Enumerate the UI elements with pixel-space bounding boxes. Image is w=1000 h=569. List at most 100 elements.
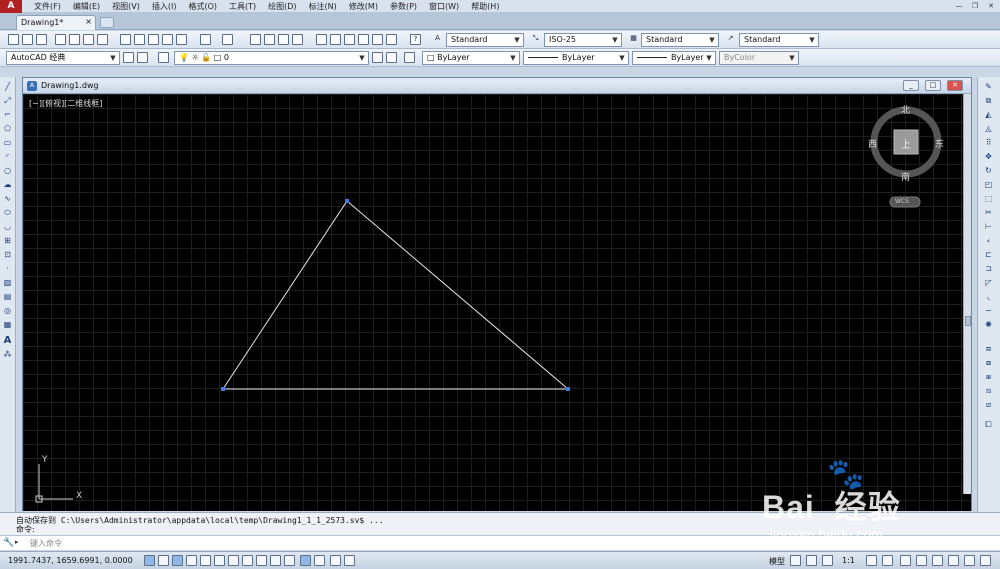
workspace-settings-icon[interactable] [123, 52, 134, 63]
properties-icon[interactable] [316, 34, 327, 45]
viewcube-north[interactable]: 北 [901, 103, 910, 116]
annotation-scale-icon[interactable] [822, 555, 833, 566]
grid-display-icon[interactable] [172, 555, 183, 566]
menu-edit[interactable]: 编辑(E) [73, 1, 100, 12]
copy-icon[interactable] [134, 34, 145, 45]
selection-cycling-icon[interactable] [330, 555, 341, 566]
grip-point[interactable] [221, 387, 225, 391]
scroll-thumb[interactable] [965, 316, 971, 326]
auto-scale-icon[interactable] [882, 555, 893, 566]
annotation-visibility-icon[interactable] [866, 555, 877, 566]
menu-window[interactable]: 窗口(W) [429, 1, 459, 12]
viewcube-south[interactable]: 南 [901, 170, 910, 183]
zoom-window-icon[interactable] [278, 34, 289, 45]
extend-icon[interactable]: ⊢ [983, 221, 994, 232]
chamfer-icon[interactable]: ◸ [983, 277, 994, 288]
layer-states-icon[interactable] [404, 52, 415, 63]
save-icon[interactable] [36, 34, 47, 45]
object-snap-icon[interactable] [214, 555, 225, 566]
quick-view-drawings-icon[interactable] [806, 555, 817, 566]
viewcube-east[interactable]: 东 [935, 137, 944, 150]
design-center-icon[interactable] [330, 34, 341, 45]
layer-previous-icon[interactable] [386, 52, 397, 63]
break-at-point-icon[interactable]: ⸗ [983, 235, 994, 246]
workspace-save-icon[interactable] [137, 52, 148, 63]
dynamic-input-icon[interactable] [270, 555, 281, 566]
match-properties-icon[interactable] [162, 34, 173, 45]
wrench-icon[interactable]: 🔧 [3, 538, 14, 548]
lineweight-display-icon[interactable] [284, 555, 295, 566]
paste-icon[interactable] [148, 34, 159, 45]
command-prompt-icon[interactable]: ▸ [15, 538, 19, 546]
construction-line-icon[interactable]: ⤢ [2, 95, 13, 106]
command-input[interactable] [30, 537, 930, 549]
scale-icon[interactable]: ◰ [983, 179, 994, 190]
bring-above-icon[interactable]: ⧆ [983, 371, 994, 382]
menu-insert[interactable]: 插入(I) [152, 1, 177, 12]
polyline-icon[interactable]: ⌐ [2, 109, 13, 120]
markup-icon[interactable] [372, 34, 383, 45]
multiline-text-icon[interactable]: A [2, 335, 13, 346]
rotate-icon[interactable]: ↻ [983, 165, 994, 176]
revision-cloud-icon[interactable]: ☁ [2, 179, 13, 190]
line-icon[interactable]: ╱ [2, 81, 13, 92]
close-icon[interactable]: ✕ [947, 80, 963, 91]
trim-icon[interactable]: ✂ [983, 207, 994, 218]
wcs-menu[interactable]: WCS [895, 198, 909, 205]
coordinate-readout[interactable]: 1991.7437, 1659.6991, 0.0000 [8, 556, 133, 565]
new-tab-button[interactable] [100, 17, 114, 28]
menu-draw[interactable]: 绘图(D) [268, 1, 296, 12]
3d-print-icon[interactable] [97, 34, 108, 45]
polygon-icon[interactable]: ⬠ [2, 123, 13, 134]
zoom-previous-icon[interactable] [292, 34, 303, 45]
viewcube-top-face[interactable]: 上 [901, 136, 911, 151]
publish-icon[interactable] [83, 34, 94, 45]
lock-icon[interactable] [916, 555, 927, 566]
sheet-set-icon[interactable] [358, 34, 369, 45]
rectangle-icon[interactable]: ▭ [2, 137, 13, 148]
insert-block-icon[interactable]: ⊞ [2, 235, 13, 246]
erase-icon[interactable]: ✎ [983, 81, 994, 92]
multileader-style-icon[interactable]: ↗ [725, 34, 736, 45]
mirror-icon[interactable]: ◭ [983, 109, 994, 120]
grip-point[interactable] [566, 387, 570, 391]
quickcalc-icon[interactable] [386, 34, 397, 45]
plot-icon[interactable] [55, 34, 66, 45]
workspace-switching-icon[interactable] [900, 555, 911, 566]
model-space-canvas[interactable]: [−][俯视][二维线框] Y X 北 南 东 西 上 WCS [23, 94, 971, 511]
spline-icon[interactable]: ∿ [2, 193, 13, 204]
close-icon[interactable]: ✕ [984, 1, 998, 11]
transparency-icon[interactable] [300, 555, 311, 566]
table-style-select[interactable]: Standard ▼ [641, 33, 719, 47]
layer-select[interactable]: 💡 ☼ 🔓 □ 0 ▼ [174, 51, 369, 65]
menu-dimension[interactable]: 标注(N) [309, 1, 337, 12]
qnew-icon[interactable] [8, 34, 19, 45]
stretch-icon[interactable]: ⬚ [983, 193, 994, 204]
redo-icon[interactable] [222, 34, 233, 45]
dim-style-select[interactable]: ISO-25 ▼ [544, 33, 622, 47]
block-editor-icon[interactable] [176, 34, 187, 45]
pan-icon[interactable] [250, 34, 261, 45]
hatch-icon[interactable]: ▨ [2, 277, 13, 288]
explode-icon[interactable]: ✺ [983, 319, 994, 330]
triangle-polyline[interactable] [222, 200, 570, 390]
workspace-select[interactable]: AutoCAD 经典 ▼ [6, 51, 120, 65]
vertical-scrollbar[interactable] [963, 94, 971, 494]
draw-order-back-icon[interactable]: ⧇ [983, 357, 994, 368]
tab-drawing1[interactable]: Drawing1* × [16, 15, 96, 30]
restore-icon[interactable]: ❐ [968, 1, 982, 11]
drawing-window-titlebar[interactable]: A Drawing1.dwg _ □ ✕ [23, 78, 971, 94]
text-to-front-icon[interactable]: ⧄ [983, 399, 994, 410]
offset-icon[interactable]: ◬ [983, 123, 994, 134]
table-style-icon[interactable]: ▦ [628, 34, 639, 45]
copy-object-icon[interactable]: ⧉ [983, 95, 994, 106]
3d-object-snap-icon[interactable] [228, 555, 239, 566]
ortho-mode-icon[interactable] [186, 555, 197, 566]
undo-icon[interactable] [200, 34, 211, 45]
region-icon[interactable]: ◎ [2, 305, 13, 316]
help-icon[interactable]: ? [410, 34, 421, 45]
join-icon[interactable]: ⊐ [983, 263, 994, 274]
arc-icon[interactable]: ◜ [2, 151, 13, 162]
annotation-monitor-icon[interactable] [344, 555, 355, 566]
send-under-icon[interactable]: ⧅ [983, 385, 994, 396]
